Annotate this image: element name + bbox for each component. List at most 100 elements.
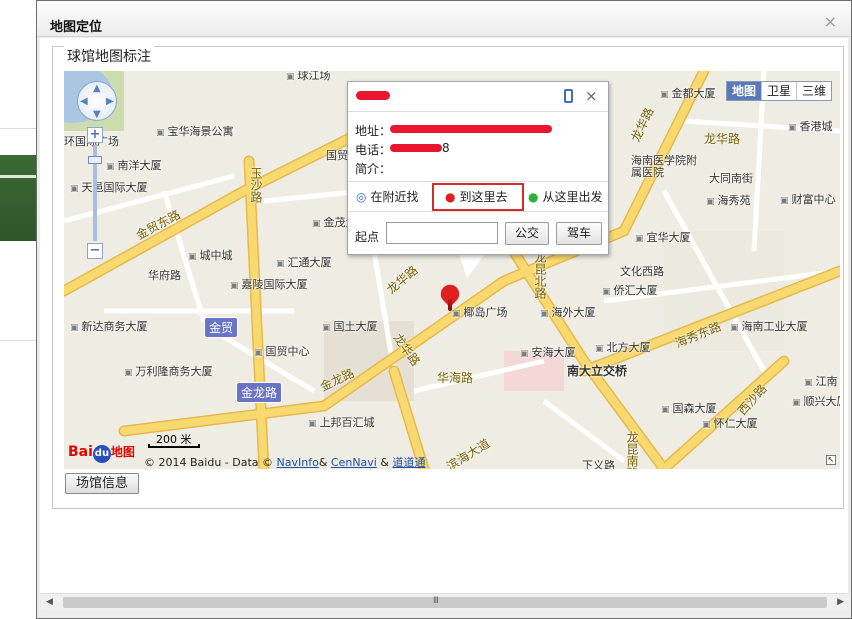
route-from-here-label: 从这里出发 — [542, 190, 603, 204]
copyright-link-navinfo[interactable]: NavInfo — [277, 456, 319, 469]
poi-label[interactable]: 国贸中心 — [254, 343, 310, 359]
poi-label[interactable]: 国森大厦 — [661, 400, 717, 416]
road-label: 龙华路 — [704, 132, 741, 146]
dialog-title: 地图定位 — [50, 20, 103, 35]
poi-label[interactable]: 海南工业大厦 — [730, 318, 808, 334]
poi-label[interactable]: 天邑国际大厦 — [70, 179, 148, 195]
poi-label[interactable]: 财富中心 — [780, 191, 836, 207]
road-label: 华海路 — [437, 371, 474, 385]
zoom-out-button[interactable]: − — [87, 243, 103, 259]
maptype-map-button[interactable]: 地图 — [726, 82, 762, 100]
baidu-map-logo[interactable]: Bai du 地图 — [68, 443, 135, 463]
infowindow-divider — [348, 211, 608, 212]
copyright-text: © 2014 Baidu - Data © — [144, 456, 274, 469]
poi-label[interactable]: 江南 — [804, 373, 838, 389]
zoom-control: + − — [87, 127, 103, 263]
poi-label: 南大立交桥 — [567, 364, 628, 378]
copyright-amp: & — [380, 456, 389, 469]
poi-label[interactable]: 嘉陵国际大厦 — [230, 276, 308, 292]
pan-up-icon[interactable]: ▲ — [93, 83, 101, 94]
venue-info-button[interactable]: 场馆信息 — [65, 473, 139, 494]
poi-label[interactable]: 海秀苑 — [706, 192, 751, 208]
poi-label[interactable]: 怀仁大厦 — [702, 415, 758, 431]
copyright-link-cennavi[interactable]: CenNavi — [331, 456, 377, 469]
poi-label[interactable]: 新达商务大厦 — [70, 318, 148, 334]
poi-label: 华府路 — [148, 269, 181, 282]
infowindow-actions: ◎ 在附近找 ● 到这里去 ● 从这里出发 — [348, 183, 608, 211]
road-label: 玉沙路 — [249, 167, 263, 203]
scrollbar-grip: III — [433, 596, 439, 606]
route-from-here-link[interactable]: ● 从这里出发 — [528, 188, 603, 205]
search-icon: ◎ — [356, 190, 367, 204]
pan-down-icon[interactable]: ▼ — [93, 109, 101, 120]
bus-route-button[interactable]: 公交 — [505, 222, 549, 245]
location-marker-stem — [448, 299, 452, 311]
intro-label: 简介： — [355, 162, 392, 176]
poi-label[interactable]: 上邦百汇城 — [308, 414, 375, 430]
scroll-left-icon[interactable]: ◀ — [46, 597, 53, 607]
poi-label: 下义路 — [582, 459, 615, 469]
route-to-here-label: 到这里去 — [459, 190, 508, 204]
redacted-address — [390, 125, 552, 133]
horizontal-scrollbar[interactable]: ◀ III ▶ — [41, 593, 849, 610]
phone-label: 电话： — [355, 143, 392, 157]
infowindow-tail — [459, 254, 485, 278]
poi-label[interactable]: 万利隆商务大厦 — [124, 363, 213, 379]
poi-label[interactable]: 北方大厦 — [595, 339, 651, 355]
zoom-slider-handle[interactable] — [88, 156, 102, 164]
district-badge: 金贸 — [204, 317, 239, 338]
poi-label: 国贸 — [326, 149, 348, 162]
pan-left-icon[interactable]: ◀ — [80, 96, 88, 107]
poi-label[interactable]: 汇通大厦 — [276, 254, 332, 270]
poi-label: 大同南街 — [709, 172, 753, 185]
poi-label[interactable]: 顺兴大厦 — [792, 393, 840, 409]
poi-label[interactable]: 球江场 — [286, 71, 331, 83]
poi-label[interactable]: 椰岛广场 — [452, 304, 508, 320]
drive-route-button[interactable]: 驾车 — [556, 222, 602, 245]
search-nearby-link[interactable]: ◎ 在附近找 — [356, 188, 419, 205]
map-type-switch: 地图 卫星 三维 — [725, 81, 832, 101]
mobile-phone-icon[interactable] — [564, 89, 573, 103]
search-nearby-label: 在附近找 — [370, 190, 419, 204]
maptype-3d-button[interactable]: 三维 — [797, 82, 831, 100]
poi-label[interactable]: 侨汇大厦 — [602, 282, 658, 298]
copyright-link-daodaotong[interactable]: 道道通 — [392, 456, 425, 469]
poi-label[interactable]: 国土大厦 — [322, 318, 378, 334]
poi-label[interactable]: 城中城 — [188, 247, 233, 263]
poi-label[interactable]: 海外大厦 — [540, 304, 596, 320]
route-to-here-link[interactable]: ● 到这里去 — [445, 188, 508, 205]
infowindow-close-button[interactable]: × — [585, 87, 598, 105]
start-point-input[interactable] — [386, 222, 498, 244]
road-label: 龙昆北路 — [533, 251, 547, 299]
scrollbar-thumb[interactable]: III — [63, 596, 827, 608]
poi-label[interactable]: 安海大厦 — [520, 344, 576, 360]
poi-label[interactable]: 宝华海景公寓 — [156, 123, 234, 139]
poi-label[interactable]: 金都大厦 — [660, 85, 716, 101]
map-copyright: © 2014 Baidu - Data © NavInfo& CenNavi &… — [144, 454, 425, 469]
address-label: 地址： — [355, 124, 392, 138]
pan-right-icon[interactable]: ▶ — [106, 96, 114, 107]
phone-suffix: 8 — [442, 141, 450, 155]
zoom-in-button[interactable]: + — [87, 127, 103, 143]
map-location-dialog: 地图定位 × 球馆地图标注 金贸东路 玉沙路 金龙路 龙华路 龙华路 龙昆北路 … — [36, 0, 852, 619]
maptype-satellite-button[interactable]: 卫星 — [762, 82, 797, 100]
poi-label[interactable]: 南洋大厦 — [106, 157, 162, 173]
overview-toggle-icon[interactable]: ↖ — [826, 455, 836, 465]
poi-label[interactable]: 宜华大厦 — [635, 229, 691, 245]
map-fieldset-legend: 球馆地图标注 — [64, 46, 154, 66]
logo-text-map: 地图 — [110, 445, 135, 459]
poi-label: 文化西路 — [620, 265, 664, 278]
scroll-right-icon[interactable]: ▶ — [837, 597, 844, 607]
infowindow-divider — [348, 181, 608, 182]
origin-pin-icon: ● — [528, 190, 539, 204]
map-canvas[interactable]: 金贸东路 玉沙路 金龙路 龙华路 龙华路 龙昆北路 龙昆南路 海秀东路 西沙路 … — [64, 71, 840, 469]
dialog-title-bar[interactable]: 地图定位 × — [37, 1, 851, 37]
location-infowindow: × 地址： 电话： 8 简介： ◎在附近找 ●到这里去 ●从这里出发 起点 — [347, 81, 609, 255]
infowindow-divider — [348, 111, 608, 112]
start-point-label: 起点 — [355, 230, 380, 244]
poi-label[interactable]: 香港城 — [788, 118, 833, 134]
map-pan-control[interactable]: ▲ ▼ ◀ ▶ — [77, 81, 117, 121]
copyright-amp: & — [318, 456, 328, 469]
road-label: 龙昆南路 — [625, 431, 639, 469]
dialog-close-button[interactable]: × — [824, 14, 837, 30]
